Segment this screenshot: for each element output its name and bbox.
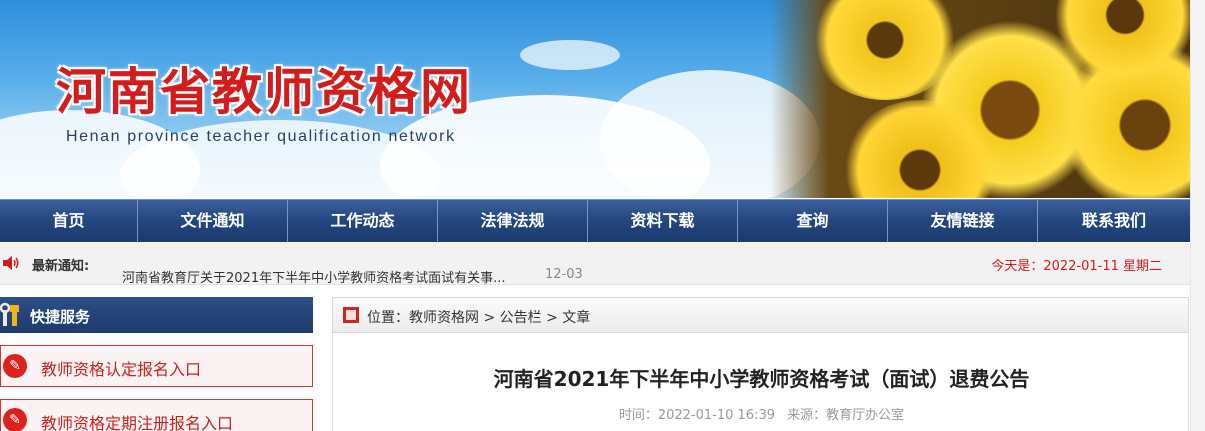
nav-item-home[interactable]: 首页: [0, 200, 138, 242]
notice-label: 最新通知:: [32, 259, 90, 274]
quick-service-title: 快捷服务: [30, 308, 91, 326]
sidebar-link-label: 教师资格认定报名入口: [41, 360, 202, 379]
notice-link[interactable]: 河南省教育厅关于2021年下半年中小学教师资格考试面试有关事...: [122, 267, 505, 286]
nav-item-contact[interactable]: 联系我们: [1038, 200, 1190, 242]
sunflower-image: [770, 0, 1190, 198]
breadcrumb: 位置：教师资格网 > 公告栏 > 文章: [332, 297, 1189, 333]
article-title: 河南省2021年下半年中小学教师资格考试（面试）退费公告: [493, 367, 1030, 391]
wrench-icon: [0, 302, 19, 326]
today-date: 今天是：2022-01-11 星期二: [991, 259, 1162, 274]
article-panel: 河南省2021年下半年中小学教师资格考试（面试）退费公告 时间：2022-01-…: [332, 333, 1189, 431]
main-nav: 首页 文件通知 工作动态 法律法规 资料下载 查询 友情链接 联系我们: [0, 199, 1190, 242]
sidebar-link-label: 教师资格定期注册报名入口: [41, 414, 234, 431]
nav-item-query[interactable]: 查询: [738, 200, 888, 242]
nav-item-downloads[interactable]: 资料下载: [588, 200, 738, 242]
site-subtitle: Henan province teacher qualification net…: [66, 128, 456, 145]
article-meta: 时间：2022-01-10 16:39 来源：教育厅办公室: [333, 404, 1190, 423]
article-time: 时间：2022-01-10 16:39: [618, 408, 775, 423]
notice-bar: 最新通知: 河南省教育厅关于2021年下半年中小学教师资格考试面试有关事... …: [0, 243, 1190, 286]
nav-item-links[interactable]: 友情链接: [888, 200, 1038, 242]
cloud-shape: [520, 40, 620, 70]
nav-item-work-news[interactable]: 工作动态: [288, 200, 438, 242]
site-banner: 河南省教师资格网 Henan province teacher qualific…: [0, 0, 1190, 198]
quick-service-header: 快捷服务: [0, 297, 313, 333]
breadcrumb-text[interactable]: 位置：教师资格网 > 公告栏 > 文章: [367, 307, 590, 327]
page-scrollbar[interactable]: [1190, 0, 1205, 431]
site-title: 河南省教师资格网: [56, 63, 472, 121]
pen-icon: ✎: [3, 408, 27, 431]
nav-item-notices[interactable]: 文件通知: [138, 200, 288, 242]
speaker-icon: [3, 256, 19, 270]
notice-date: 12-03: [545, 267, 583, 282]
sidebar-link-certification[interactable]: ✎ 教师资格认定报名入口: [0, 345, 313, 387]
nav-item-laws[interactable]: 法律法规: [438, 200, 588, 242]
pen-icon: ✎: [3, 354, 27, 378]
article-source: 来源：教育厅办公室: [787, 408, 905, 423]
sidebar-link-registration[interactable]: ✎ 教师资格定期注册报名入口: [0, 399, 313, 431]
square-marker-icon: [343, 307, 359, 323]
